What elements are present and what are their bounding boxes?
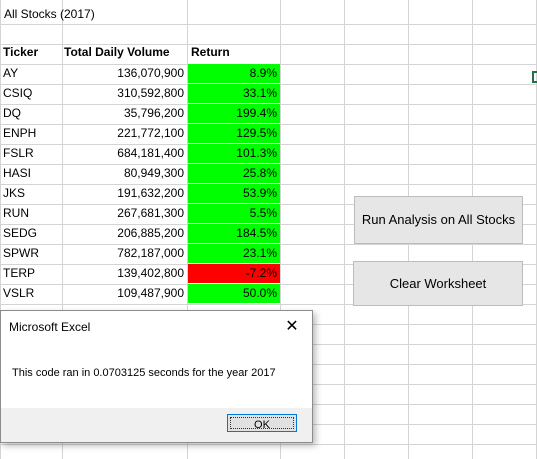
volume-cell[interactable]: 310,592,800 <box>64 83 184 103</box>
run-analysis-button[interactable]: Run Analysis on All Stocks <box>354 196 523 244</box>
dialog-message: This code ran in 0.0703125 seconds for t… <box>12 367 276 379</box>
return-cell[interactable]: 5.5% <box>188 204 280 223</box>
ticker-cell[interactable]: CSIQ <box>3 83 59 103</box>
volume-cell[interactable]: 267,681,300 <box>64 203 184 223</box>
volume-cell[interactable]: 684,181,400 <box>64 143 184 163</box>
return-cell[interactable]: 23.1% <box>188 244 280 263</box>
volume-cell[interactable]: 191,632,200 <box>64 183 184 203</box>
header-volume[interactable]: Total Daily Volume <box>64 42 186 62</box>
dialog-title: Microsoft Excel <box>9 320 91 334</box>
volume-cell[interactable]: 782,187,000 <box>64 243 184 263</box>
return-cell[interactable]: 25.8% <box>188 164 280 183</box>
ticker-cell[interactable]: VSLR <box>3 283 59 303</box>
ticker-cell[interactable]: ENPH <box>3 123 59 143</box>
return-cell[interactable]: 184.5% <box>188 224 280 243</box>
volume-cell[interactable]: 35,796,200 <box>64 103 184 123</box>
ticker-cell[interactable]: HASI <box>3 163 59 183</box>
return-cell[interactable]: 8.9% <box>188 64 280 83</box>
volume-cell[interactable]: 206,885,200 <box>64 223 184 243</box>
volume-cell[interactable]: 109,487,900 <box>64 283 184 303</box>
return-cell[interactable]: 50.0% <box>188 284 280 303</box>
ticker-cell[interactable]: FSLR <box>3 143 59 163</box>
ticker-cell[interactable]: AY <box>3 63 59 83</box>
return-cell[interactable]: 129.5% <box>188 124 280 143</box>
volume-cell[interactable]: 136,070,900 <box>64 63 184 83</box>
ok-button[interactable]: OK <box>227 414 297 432</box>
ok-button-label: OK <box>230 417 294 431</box>
ticker-cell[interactable]: RUN <box>3 203 59 223</box>
return-cell[interactable]: 33.1% <box>188 84 280 103</box>
ticker-cell[interactable]: SEDG <box>3 223 59 243</box>
volume-cell[interactable]: 80,949,300 <box>64 163 184 183</box>
return-cell[interactable]: 101.3% <box>188 144 280 163</box>
ticker-cell[interactable]: JKS <box>3 183 59 203</box>
ticker-cell[interactable]: DQ <box>3 103 59 123</box>
return-cell[interactable]: -7.2% <box>188 264 280 283</box>
header-ticker[interactable]: Ticker <box>3 42 59 62</box>
active-cell-indicator <box>532 71 537 83</box>
volume-cell[interactable]: 139,402,800 <box>64 263 184 283</box>
return-cell[interactable]: 53.9% <box>188 184 280 203</box>
return-cell[interactable]: 199.4% <box>188 104 280 123</box>
dialog-body: This code ran in 0.0703125 seconds for t… <box>1 344 312 408</box>
clear-worksheet-button[interactable]: Clear Worksheet <box>353 261 523 306</box>
ticker-cell[interactable]: SPWR <box>3 243 59 263</box>
message-dialog: Microsoft Excel ✕ This code ran in 0.070… <box>0 310 313 443</box>
dialog-titlebar: Microsoft Excel ✕ <box>1 311 312 344</box>
close-icon[interactable]: ✕ <box>278 314 306 340</box>
volume-cell[interactable]: 221,772,100 <box>64 123 184 143</box>
header-return[interactable]: Return <box>191 42 279 62</box>
sheet-title[interactable]: All Stocks (2017) <box>4 5 95 23</box>
ticker-cell[interactable]: TERP <box>3 263 59 283</box>
